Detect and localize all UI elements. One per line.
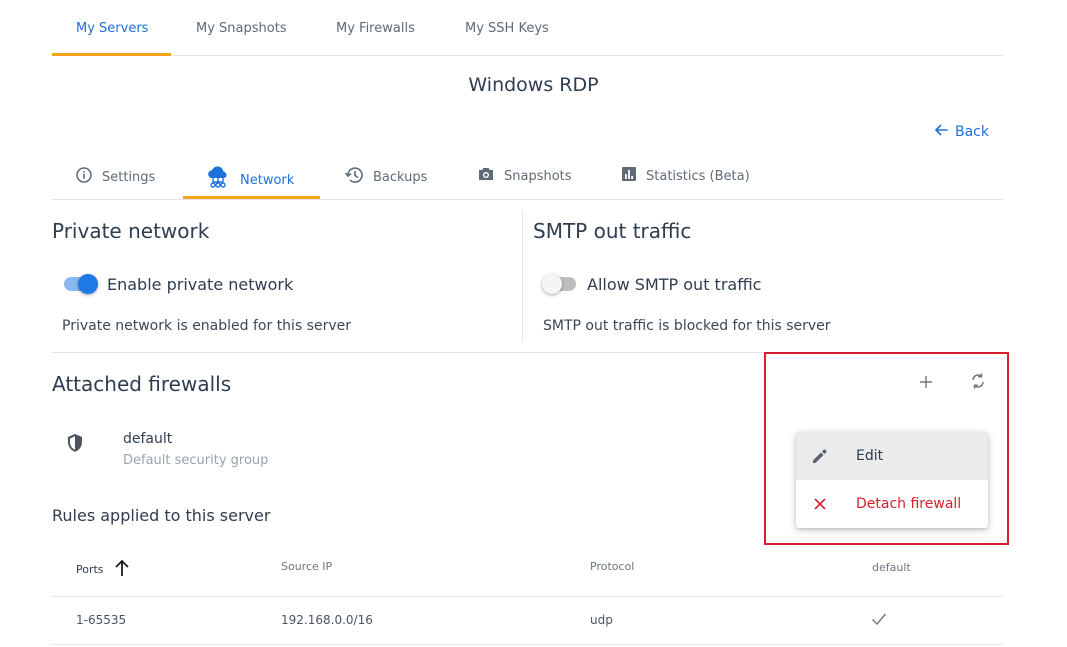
plus-icon <box>919 374 933 393</box>
info-icon <box>75 166 93 188</box>
private-network-description: Private network is enabled for this serv… <box>62 318 352 334</box>
arrow-up-icon <box>114 559 130 580</box>
column-header-source-ip[interactable]: Source IP <box>281 560 332 573</box>
column-header-ports[interactable]: Ports <box>76 559 130 580</box>
menu-item-edit-label: Edit <box>856 448 884 464</box>
rules-title: Rules applied to this server <box>52 506 271 525</box>
firewall-description: Default security group <box>123 453 269 468</box>
cell-source-ip: 192.168.0.0/16 <box>281 613 373 627</box>
menu-item-edit[interactable]: Edit <box>796 432 988 480</box>
column-header-default[interactable]: default <box>872 561 911 574</box>
tab-settings-label: Settings <box>102 169 156 185</box>
tab-statistics[interactable]: Statistics (Beta) <box>621 166 750 186</box>
cell-protocol: udp <box>590 613 613 627</box>
tab-my-servers[interactable]: My Servers <box>76 21 148 36</box>
server-sub-tab-bar: Settings Network Backups Snapshots Stati <box>52 150 1003 200</box>
back-link[interactable]: Back <box>933 122 989 142</box>
menu-item-detach-label: Detach firewall <box>856 496 962 512</box>
rules-table-header: Ports Source IP Protocol default <box>52 545 1003 597</box>
refresh-icon <box>970 372 986 394</box>
smtp-toggle-row: Allow SMTP out traffic <box>542 274 761 294</box>
page-title: Windows RDP <box>468 74 599 96</box>
attached-firewalls-title: Attached firewalls <box>52 372 232 396</box>
tab-backups[interactable]: Backups <box>344 166 427 188</box>
shield-icon <box>66 433 84 457</box>
tab-snapshots-label: Snapshots <box>504 168 572 184</box>
column-header-protocol[interactable]: Protocol <box>590 560 634 573</box>
tab-network[interactable]: Network <box>205 166 294 194</box>
network-cloud-icon <box>205 166 231 194</box>
tab-my-firewalls[interactable]: My Firewalls <box>336 21 415 36</box>
smtp-toggle-label: Allow SMTP out traffic <box>587 274 762 294</box>
active-sub-tab-indicator <box>183 196 320 199</box>
close-icon <box>810 494 830 514</box>
ports-header-label: Ports <box>76 563 104 576</box>
refresh-firewalls-button[interactable] <box>964 369 992 397</box>
history-icon <box>344 166 364 188</box>
tab-backups-label: Backups <box>373 169 428 185</box>
smtp-toggle[interactable] <box>542 274 578 294</box>
back-label: Back <box>955 124 989 140</box>
bar-chart-icon <box>621 166 637 186</box>
private-network-title: Private network <box>52 219 210 243</box>
firewall-list-item[interactable]: default Default security group <box>52 428 652 478</box>
add-firewall-button[interactable] <box>912 369 940 397</box>
check-icon <box>871 612 887 629</box>
smtp-title: SMTP out traffic <box>533 219 692 243</box>
private-network-toggle-row: Enable private network <box>62 274 293 294</box>
private-network-toggle[interactable] <box>62 274 98 294</box>
section-divider-vertical <box>522 210 523 342</box>
tab-my-ssh-keys[interactable]: My SSH Keys <box>465 21 549 36</box>
tab-statistics-label: Statistics (Beta) <box>646 168 750 184</box>
cell-ports: 1-65535 <box>76 613 127 627</box>
firewall-context-menu: Edit Detach firewall <box>796 432 988 528</box>
top-tab-bar: My Servers My Snapshots My Firewalls My … <box>52 0 1003 56</box>
pencil-icon <box>810 446 830 466</box>
camera-icon <box>477 166 495 186</box>
smtp-description: SMTP out traffic is blocked for this ser… <box>543 318 831 334</box>
tab-network-label: Network <box>240 172 295 188</box>
private-network-toggle-label: Enable private network <box>107 274 294 294</box>
tab-snapshots[interactable]: Snapshots <box>477 166 572 186</box>
active-tab-indicator <box>52 53 171 56</box>
rules-table: Ports Source IP Protocol default 1-65535… <box>52 545 1003 645</box>
tab-my-snapshots[interactable]: My Snapshots <box>196 21 287 36</box>
tab-settings[interactable]: Settings <box>75 166 155 188</box>
arrow-left-icon <box>933 122 949 142</box>
section-divider-horizontal <box>52 352 1003 353</box>
table-row: 1-65535 192.168.0.0/16 udp <box>52 597 1003 645</box>
menu-item-detach-firewall[interactable]: Detach firewall <box>796 480 988 528</box>
firewall-name: default <box>123 431 173 447</box>
